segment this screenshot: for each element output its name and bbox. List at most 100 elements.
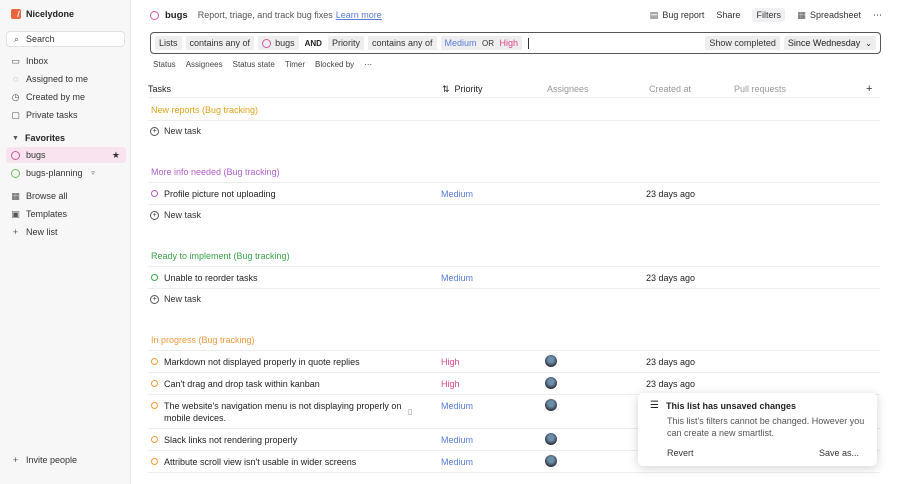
sidebar-item-private[interactable]: ▢ Private tasks	[6, 107, 126, 123]
column-pull-requests[interactable]: Pull requests	[734, 84, 786, 94]
filter-operator[interactable]: contains any of	[185, 36, 255, 50]
filter-bar[interactable]: Lists contains any of bugs AND Priority …	[150, 32, 881, 54]
column-created-at[interactable]: Created at	[649, 84, 691, 94]
subfilter-status-state[interactable]: Status state	[233, 60, 275, 69]
chevron-down-icon: ⌄	[865, 38, 872, 48]
spreadsheet-button[interactable]: ▦ Spreadsheet	[797, 10, 861, 20]
filter-and: AND	[304, 38, 322, 48]
sidebar: Nicelydone ⌕ Search ▭ Inbox ◌ Assigned t…	[0, 0, 131, 484]
filter-suggestions: Status Assignees Status state Timer Bloc…	[153, 60, 372, 69]
sidebar-item-bugs-planning[interactable]: bugs-planning ▿	[6, 165, 126, 181]
plus-icon: +	[12, 454, 19, 465]
table-row[interactable]: Can't drag and drop task within kanban H…	[148, 373, 880, 395]
page-title: bugs	[165, 9, 188, 21]
group-label: New reports (Bug tracking)	[151, 105, 259, 115]
status-icon[interactable]	[151, 436, 158, 443]
new-task-button[interactable]: + New task	[150, 205, 201, 225]
more-subfilters-icon[interactable]: ⋯	[364, 60, 372, 69]
table-row[interactable]: Unable to reorder tasks Medium 23 days a…	[148, 267, 880, 289]
task-title: Unable to reorder tasks	[164, 273, 258, 283]
sidebar-item-label: Assigned to me	[26, 74, 89, 84]
subfilter-assignees[interactable]: Assignees	[186, 60, 223, 69]
revert-button[interactable]: Revert	[667, 448, 694, 458]
column-assignees[interactable]: Assignees	[547, 84, 589, 94]
priority-value[interactable]: Medium	[441, 189, 473, 199]
sidebar-item-templates[interactable]: ▣ Templates	[6, 206, 126, 222]
status-icon[interactable]	[151, 380, 158, 387]
sidebar-item-assigned[interactable]: ◌ Assigned to me	[6, 71, 126, 87]
show-completed-toggle[interactable]: Show completed	[705, 36, 780, 50]
avatar[interactable]	[545, 433, 557, 445]
learn-more-link[interactable]: Learn more	[336, 10, 382, 20]
priority-value[interactable]: Medium	[441, 435, 473, 445]
status-icon[interactable]	[151, 358, 158, 365]
new-task-button[interactable]: + New task	[150, 289, 201, 309]
group-label: Ready to implement (Bug tracking)	[151, 251, 290, 261]
sidebar-item-created[interactable]: ◷ Created by me	[6, 89, 126, 105]
since-dropdown[interactable]: Since Wednesday ⌄	[783, 36, 876, 50]
column-tasks[interactable]: Tasks	[148, 84, 171, 94]
group-header[interactable]: Ready to implement (Bug tracking)	[148, 246, 880, 267]
filter-value-high: High	[499, 38, 519, 48]
popup-actions: Revert Save as...	[667, 448, 859, 458]
search-label: Search	[26, 34, 55, 44]
status-icon[interactable]	[151, 274, 158, 281]
sidebar-item-label: Templates	[26, 209, 68, 219]
invite-people-button[interactable]: + Invite people	[11, 455, 77, 465]
table-row[interactable]: Profile picture not uploading Medium 23 …	[148, 183, 880, 205]
table-row[interactable]: Markdown not displayed properly in quote…	[148, 351, 880, 373]
priority-value[interactable]: High	[441, 379, 460, 389]
group-header[interactable]: More info needed (Bug tracking)	[148, 162, 880, 183]
column-priority[interactable]: ⇅ Priority	[442, 84, 483, 95]
sidebar-item-inbox[interactable]: ▭ Inbox	[6, 53, 126, 69]
new-task-label: New task	[164, 294, 202, 304]
bug-icon	[262, 38, 272, 48]
sidebar-item-label: bugs	[26, 150, 46, 160]
workspace-switcher[interactable]: Nicelydone	[11, 9, 74, 19]
add-column-icon[interactable]: +	[866, 83, 872, 95]
group-header[interactable]: New reports (Bug tracking)	[148, 100, 880, 121]
column-label: Priority	[454, 84, 483, 94]
sidebar-item-label: Browse all	[26, 191, 68, 201]
avatar[interactable]	[545, 455, 557, 467]
status-icon[interactable]	[151, 458, 158, 465]
since-label: Since Wednesday	[787, 38, 861, 48]
star-icon[interactable]: ★	[112, 150, 120, 161]
share-button[interactable]: Share	[716, 10, 740, 20]
workspace-name: Nicelydone	[26, 9, 75, 19]
save-as-button[interactable]: Save as...	[819, 448, 859, 458]
group-header[interactable]: In progress (Bug tracking)	[148, 330, 880, 351]
sidebar-item-new-list[interactable]: + New list	[6, 224, 126, 240]
subfilter-status[interactable]: Status	[153, 60, 176, 69]
subfilter-blocked-by[interactable]: Blocked by	[315, 60, 354, 69]
avatar[interactable]	[545, 377, 557, 389]
search-input[interactable]: ⌕ Search	[6, 31, 125, 47]
filters-button[interactable]: Filters	[752, 8, 785, 22]
header-actions: ▤ Bug report Share Filters ▦ Spreadsheet…	[649, 8, 882, 22]
priority-value[interactable]: High	[441, 357, 460, 367]
text-cursor	[528, 37, 530, 49]
new-task-button[interactable]: + New task	[150, 121, 201, 141]
status-icon[interactable]	[151, 190, 158, 197]
priority-value[interactable]: Medium	[441, 401, 473, 411]
avatar[interactable]	[545, 355, 557, 367]
plus-icon: +	[150, 126, 159, 136]
bug-icon	[11, 150, 20, 160]
filter-operator[interactable]: contains any of	[367, 36, 437, 50]
filter-value-bugs[interactable]: bugs	[258, 36, 299, 50]
status-icon[interactable]	[151, 402, 158, 409]
priority-value[interactable]: Medium	[441, 273, 473, 283]
sidebar-item-bugs[interactable]: bugs ★	[6, 147, 126, 163]
bug-report-button[interactable]: ▤ Bug report	[649, 10, 705, 20]
group-label: In progress (Bug tracking)	[151, 335, 255, 345]
sidebar-item-browse[interactable]: ▦ Browse all	[6, 188, 126, 204]
filter-values-priority[interactable]: Medium OR High	[440, 36, 523, 50]
priority-value[interactable]: Medium	[441, 457, 473, 467]
filter-field-lists[interactable]: Lists	[155, 36, 182, 50]
filter-icon: ▿	[91, 169, 95, 177]
more-options-icon[interactable]: ⋯	[873, 10, 882, 21]
filter-field-priority[interactable]: Priority	[327, 36, 364, 50]
avatar[interactable]	[545, 399, 557, 411]
favorites-header[interactable]: ▼ Favorites	[11, 133, 65, 143]
subfilter-timer[interactable]: Timer	[285, 60, 305, 69]
